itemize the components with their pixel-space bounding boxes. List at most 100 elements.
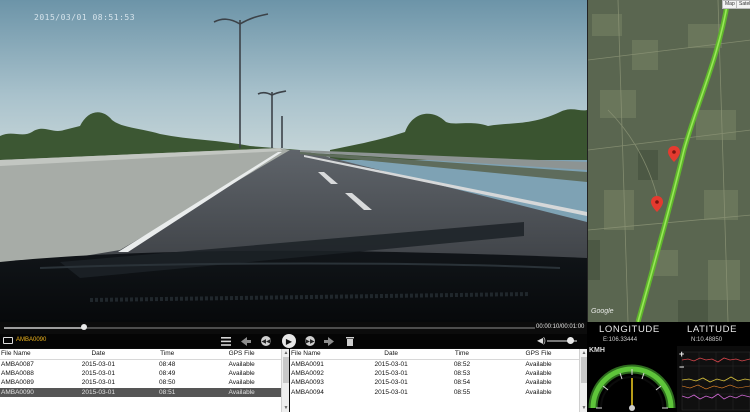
speed-unit-label: KMH [589, 347, 605, 354]
latitude-value: N:10.48850 [691, 337, 723, 343]
cell-date: 2015-03-01 [81, 369, 115, 377]
scrollbar-right[interactable]: ▲ ▼ [579, 349, 587, 412]
file-icon [3, 337, 13, 344]
cell-time: 08:49 [159, 369, 176, 377]
dashcam-scene [0, 0, 587, 322]
seek-bar[interactable]: 00:00:10/00:01:00 [0, 322, 587, 334]
zoom-in-button[interactable]: + [679, 350, 684, 359]
cell-gps: Available [525, 379, 552, 387]
trash-icon [346, 337, 354, 346]
cell-gps: Available [525, 369, 552, 377]
cell-date: 2015-03-01 [374, 379, 408, 387]
cell-time: 08:51 [132, 387, 203, 398]
longitude-value: E:106.33444 [603, 337, 638, 343]
cell-date: 2015-03-01 [81, 360, 115, 368]
cell-time: 08:50 [159, 379, 176, 387]
cell-gps: Available [228, 369, 255, 377]
gps-map[interactable]: Map Satellite Google [587, 0, 750, 322]
scroll-down-icon[interactable]: ▼ [283, 405, 289, 411]
cell-file-name: AMBA0087 [1, 360, 34, 368]
table-row[interactable]: AMBA0091 2015-03-01 08:52 Available [290, 359, 579, 369]
fast-forward-icon: ▶▶ [305, 338, 315, 345]
cell-gps: Available [228, 360, 255, 368]
scrollbar-left[interactable]: ▲ ▼ [281, 349, 289, 412]
cell-file-name: AMBA0094 [291, 389, 324, 397]
cell-time: 08:52 [453, 360, 471, 368]
volume-icon[interactable]: ◀) [537, 336, 546, 345]
cell-file-name: AMBA0090 [0, 387, 65, 398]
table-row[interactable]: AMBA0094 2015-03-01 08:55 Available [290, 388, 579, 398]
next-file-button[interactable] [323, 335, 335, 347]
playlist-button[interactable] [220, 335, 232, 347]
gps-coordinates: LONGITUDE LATITUDE E:106.33444 N:10.4885… [587, 322, 750, 346]
seek-progress [4, 327, 84, 329]
speed-gauge [588, 364, 676, 411]
satellite-type-button[interactable]: Satellite [736, 0, 750, 9]
speedometer: KMH [587, 346, 677, 412]
cell-file-name: AMBA0092 [291, 369, 324, 377]
rewind-icon: ◀◀ [261, 338, 271, 345]
cell-gps: Available [228, 379, 255, 387]
file-list-left: File Name Date Time GPS File AMBA0087 20… [0, 349, 289, 412]
table-row[interactable]: AMBA0089 2015-03-01 08:50 Available [0, 378, 281, 388]
play-icon: ▶ [285, 336, 293, 346]
video-timestamp: 2015/03/01 08:51:53 [34, 13, 136, 22]
menu-icon [221, 336, 231, 346]
cell-gps: Available [202, 387, 281, 398]
table-row[interactable]: AMBA0088 2015-03-01 08:49 Available [0, 369, 281, 379]
longitude-label: LONGITUDE [599, 324, 660, 335]
cell-time: 08:55 [453, 389, 471, 397]
cell-gps: Available [525, 360, 552, 368]
zoom-out-button[interactable]: − [679, 363, 684, 372]
play-button[interactable]: ▶ [282, 334, 296, 348]
file-table-right: File Name Date Time GPS File AMBA0091 20… [290, 349, 579, 397]
g-sensor-panel: + − [677, 346, 750, 412]
column-header-date[interactable]: Date [64, 349, 133, 360]
dashcam-player-window: 2015/03/01 08:51:53 Map Sate Google 00:0… [0, 0, 750, 412]
latitude-label: LATITUDE [687, 324, 738, 335]
cell-file-name: AMBA0091 [291, 360, 324, 368]
cell-date: 2015-03-01 [374, 369, 408, 377]
cell-gps: Available [525, 389, 552, 397]
rewind-button[interactable]: ◀◀ [261, 336, 271, 346]
column-header-gps-file[interactable]: GPS File [202, 349, 281, 360]
scroll-thumb[interactable] [283, 357, 289, 383]
cell-file-name: AMBA0089 [1, 379, 34, 387]
volume-handle[interactable] [566, 337, 574, 344]
column-header-gps-file[interactable]: GPS File [498, 349, 579, 360]
table-header-row: File Name Date Time GPS File [0, 349, 281, 360]
cell-time: 08:53 [453, 369, 471, 377]
cell-date: 2015-03-01 [374, 389, 408, 397]
column-header-file-name[interactable]: File Name [290, 349, 357, 360]
cell-time: 08:54 [453, 379, 471, 387]
delete-button[interactable] [344, 335, 356, 347]
cell-date: 2015-03-01 [64, 387, 133, 398]
seek-handle[interactable] [80, 324, 87, 330]
table-header-row: File Name Date Time GPS File [290, 349, 579, 360]
column-header-file-name[interactable]: File Name [0, 349, 65, 360]
arrow-left-icon [241, 336, 251, 346]
scroll-up-icon[interactable]: ▲ [283, 350, 289, 356]
column-header-date[interactable]: Date [356, 349, 426, 360]
g-sensor-graph [681, 351, 750, 411]
file-table-left: File Name Date Time GPS File AMBA0087 20… [0, 349, 281, 398]
file-list-right: File Name Date Time GPS File AMBA0091 20… [290, 349, 587, 412]
fast-forward-button[interactable]: ▶▶ [305, 336, 315, 346]
table-row[interactable]: AMBA0087 2015-03-01 08:48 Available [0, 359, 281, 369]
table-row-selected[interactable]: AMBA0090 2015-03-01 08:51 Available [0, 387, 281, 398]
prev-file-button[interactable] [240, 335, 252, 347]
table-row[interactable]: AMBA0093 2015-03-01 08:54 Available [290, 378, 579, 388]
playback-time: 00:00:10/00:01:00 [536, 324, 585, 330]
cell-file-name: AMBA0093 [291, 379, 324, 387]
cell-time: 08:48 [159, 360, 176, 368]
current-file-name: AMBA0090 [16, 337, 47, 343]
satellite-map [588, 0, 750, 322]
cell-date: 2015-03-01 [374, 360, 408, 368]
table-row[interactable]: AMBA0092 2015-03-01 08:53 Available [290, 369, 579, 379]
player-controls: AMBA0090 ◀◀ ▶ ▶▶ ◀) [0, 334, 587, 348]
arrow-right-icon [324, 336, 334, 346]
cell-date: 2015-03-01 [81, 379, 115, 387]
column-header-time[interactable]: Time [425, 349, 499, 360]
column-header-time[interactable]: Time [132, 349, 203, 360]
video-frame[interactable]: 2015/03/01 08:51:53 [0, 0, 587, 322]
